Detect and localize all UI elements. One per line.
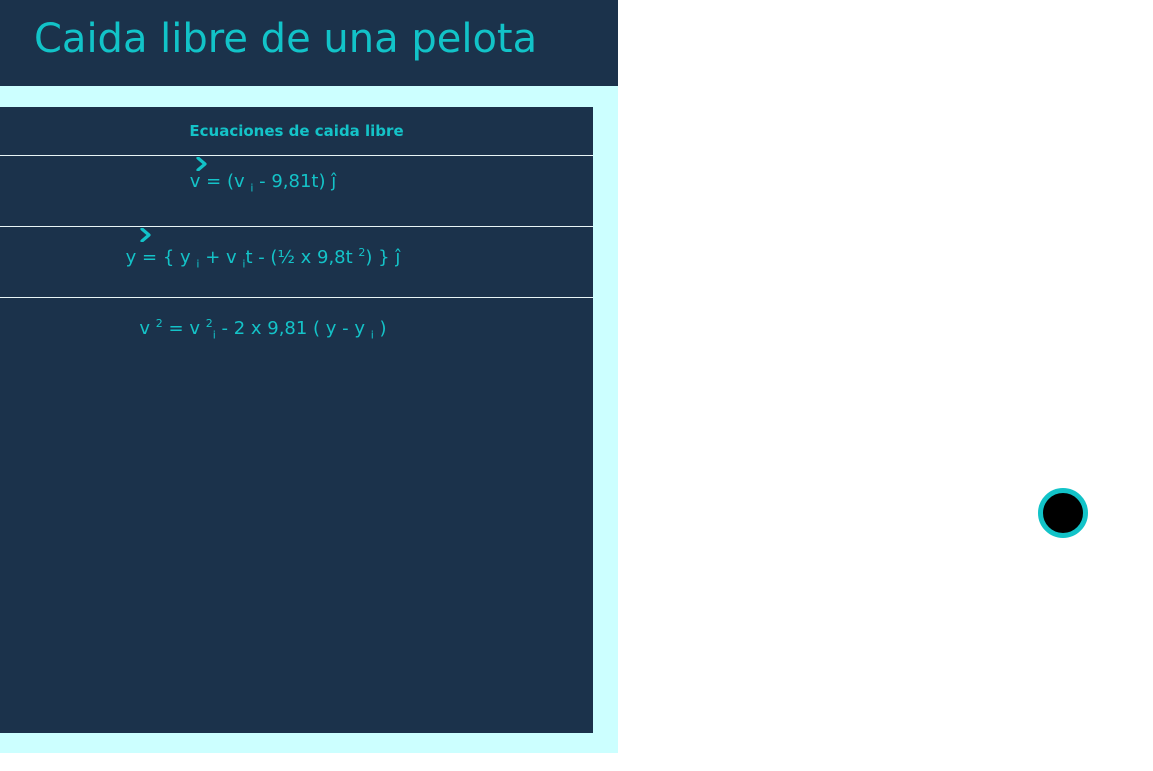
header-bar: Caida libre de una pelota <box>0 0 618 86</box>
equation-velocity: v = (v i - 9,81t) ĵ <box>189 171 337 195</box>
left-frame: Ecuaciones de caida libre v = (v i - 9,8… <box>0 86 618 753</box>
equation-row-1[interactable]: v = (v i - 9,81t) ĵ <box>0 156 593 227</box>
falling-ball[interactable] <box>1038 488 1088 538</box>
equation-row-2[interactable]: y = { y i + v it - (½ x 9,8t 2) } ĵ <box>0 227 593 298</box>
equation-row-3[interactable]: v 2 = v 2i - 2 x 9,81 ( y - y i ) <box>0 298 593 368</box>
equations-panel: Ecuaciones de caida libre v = (v i - 9,8… <box>0 107 593 733</box>
chevron-right-icon[interactable] <box>139 227 153 243</box>
equation-velocity-squared: v 2 = v 2i - 2 x 9,81 ( y - y i ) <box>139 317 387 342</box>
equation-position: y = { y i + v it - (½ x 9,8t 2) } ĵ <box>125 246 401 271</box>
chevron-right-icon[interactable] <box>195 156 209 172</box>
panel-heading: Ecuaciones de caida libre <box>0 107 593 156</box>
page-title: Caida libre de una pelota <box>34 16 538 62</box>
